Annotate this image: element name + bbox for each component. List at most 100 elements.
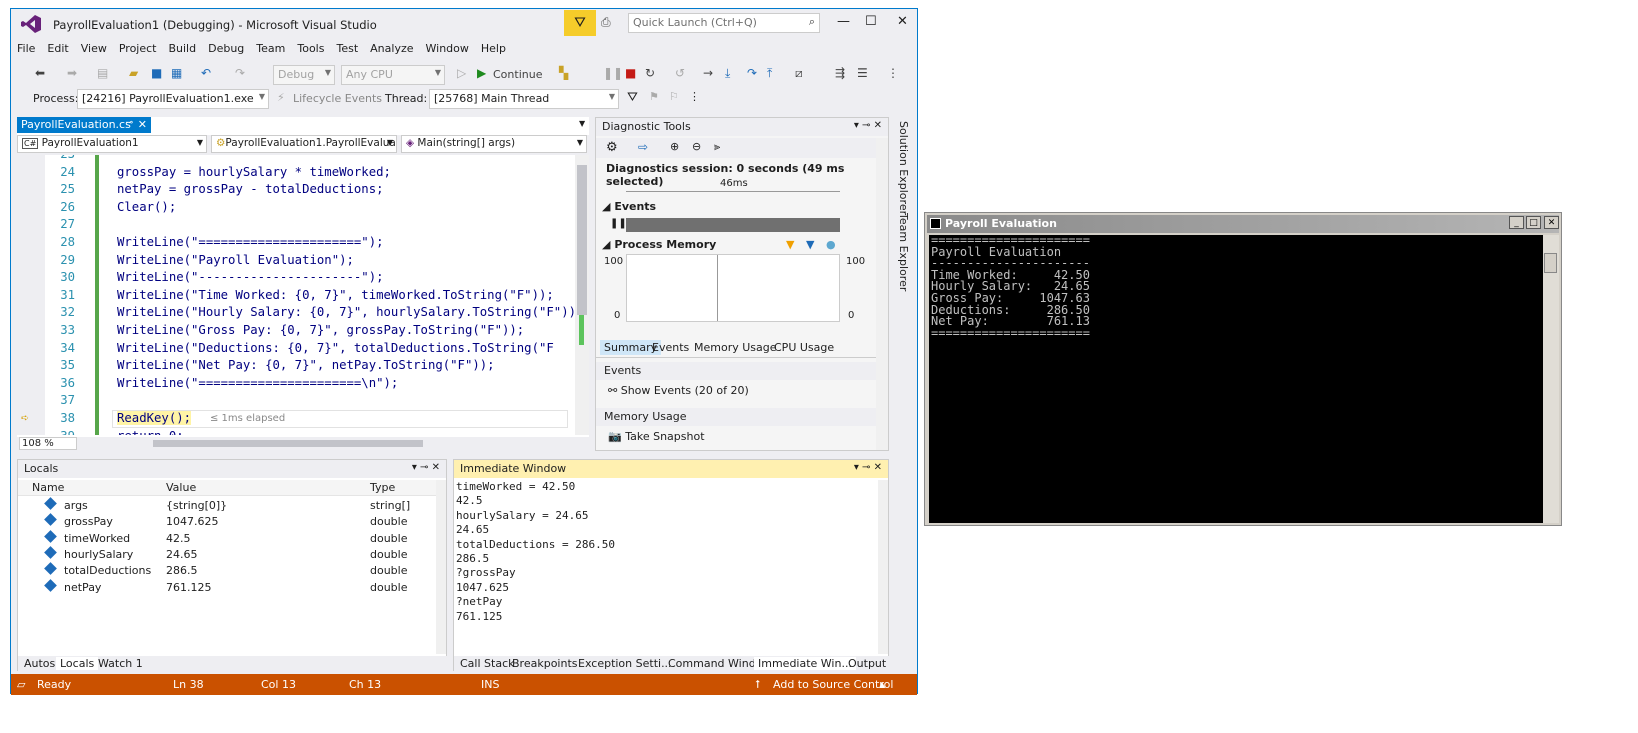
- unflag-thread-icon[interactable]: ⚐: [669, 90, 679, 103]
- continue-button[interactable]: Continue: [493, 68, 542, 81]
- code-line[interactable]: WriteLine("Deductions: {0, 7}", totalDed…: [117, 341, 554, 355]
- export-icon[interactable]: ⇨: [638, 140, 648, 154]
- take-snapshot-button[interactable]: 📷 Take Snapshot: [608, 430, 705, 443]
- editor-vertical-scrollbar[interactable]: [575, 155, 589, 435]
- settings-gear-icon[interactable]: ⚙: [606, 140, 618, 155]
- table-row[interactable]: timeWorked 42.5 double: [18, 529, 438, 547]
- class-combo[interactable]: ⚙PayrollEvaluation1.PayrollEvaluati ▼: [211, 135, 397, 153]
- flag-thread-icon[interactable]: ⚑: [649, 90, 659, 103]
- console-scrollbar[interactable]: [1543, 235, 1559, 523]
- code-line[interactable]: WriteLine("======================\n");: [117, 376, 398, 390]
- document-list-icon[interactable]: ▼: [579, 119, 585, 128]
- platform-combo[interactable]: Any CPU ▼: [341, 65, 445, 85]
- tab-memory-usage[interactable]: Memory Usage: [690, 340, 781, 355]
- process-icon[interactable]: ▚: [559, 66, 568, 80]
- project-combo[interactable]: C# PayrollEvaluation1 ▼: [17, 135, 207, 153]
- menu-help[interactable]: Help: [475, 40, 512, 57]
- undo-icon[interactable]: ↶: [201, 66, 211, 80]
- tab-payrollevaluation-cs[interactable]: PayrollEvaluation.cs ⊸ ✕: [17, 117, 151, 133]
- console-scroll-thumb[interactable]: [1544, 253, 1557, 273]
- tab-events[interactable]: Events: [648, 340, 693, 355]
- code-area[interactable]: 23 24 grossPay = hourlySalary * timeWorked…: [17, 155, 589, 435]
- panel-controls[interactable]: ▾ ⊸ ✕: [854, 462, 882, 473]
- close-icon[interactable]: ✕: [897, 14, 908, 29]
- reset-view-icon[interactable]: ⫸: [714, 140, 720, 154]
- panel-controls[interactable]: ▾ ⊸ ✕: [412, 462, 440, 473]
- menu-edit[interactable]: Edit: [41, 40, 74, 57]
- step-into-icon[interactable]: ⤓: [725, 66, 730, 81]
- tab-autos[interactable]: Autos: [20, 657, 59, 670]
- variable-value[interactable]: {string[0]}: [166, 499, 227, 512]
- variable-value[interactable]: 761.125: [166, 581, 212, 594]
- close-icon[interactable]: ✕: [138, 118, 147, 131]
- restart-icon[interactable]: ↻: [645, 66, 655, 80]
- code-line[interactable]: return 0;: [117, 429, 184, 435]
- variable-value[interactable]: 24.65: [166, 548, 198, 561]
- show-events-link[interactable]: ⚯ Show Events (20 of 20): [608, 384, 749, 397]
- save-all-icon[interactable]: ▦: [171, 66, 182, 80]
- table-row[interactable]: args {string[0]} string[]: [18, 497, 438, 514]
- break-all-icon[interactable]: ❚❚: [603, 66, 623, 80]
- redo-icon[interactable]: ↷: [235, 66, 245, 80]
- menu-test[interactable]: Test: [330, 40, 364, 57]
- code-line[interactable]: netPay = grossPay - totalDeductions;: [117, 182, 384, 196]
- process-combo[interactable]: [24216] PayrollEvaluation1.exe ▼: [77, 89, 269, 109]
- code-line[interactable]: WriteLine("Hourly Salary: {0, 7}", hourl…: [117, 305, 576, 319]
- table-row[interactable]: grossPay 1047.625 double: [18, 513, 438, 530]
- table-row[interactable]: netPay 761.125 double: [18, 578, 438, 596]
- breakpoint-gutter[interactable]: [17, 155, 45, 435]
- console-output[interactable]: ====================== Payroll Evaluation…: [929, 235, 1543, 523]
- apply-changes-icon[interactable]: ↺: [675, 66, 685, 80]
- code-line[interactable]: WriteLine("======================");: [117, 235, 384, 249]
- minimize-icon[interactable]: _: [1509, 216, 1524, 229]
- collapse-icon[interactable]: ◢: [602, 238, 610, 251]
- maximize-icon[interactable]: □: [1526, 216, 1541, 229]
- continue-icon[interactable]: ▶: [477, 66, 486, 80]
- horizontal-scrollbar-thumb[interactable]: [153, 440, 423, 447]
- variable-value[interactable]: 1047.625: [166, 515, 219, 528]
- code-line[interactable]: WriteLine("----------------------");: [117, 270, 384, 284]
- code-line[interactable]: grossPay = hourlySalary * timeWorked;: [117, 165, 391, 179]
- lifecycle-events-button[interactable]: Lifecycle Events: [293, 92, 382, 105]
- hex-display-icon[interactable]: ⧄: [795, 66, 803, 81]
- timeline-ruler[interactable]: 46ms: [626, 178, 840, 192]
- close-icon[interactable]: ✕: [1544, 216, 1559, 229]
- code-line[interactable]: WriteLine("Payroll Evaluation");: [117, 253, 354, 267]
- step-out-icon[interactable]: ⤒: [767, 66, 772, 81]
- step-over-icon[interactable]: ↷: [747, 66, 757, 80]
- column-name[interactable]: Name: [32, 481, 64, 494]
- new-project-icon[interactable]: ▤: [97, 66, 108, 80]
- config-combo[interactable]: Debug ▼: [273, 65, 335, 85]
- code-line[interactable]: WriteLine("Time Worked: {0, 7}", timeWor…: [117, 288, 554, 302]
- memory-chart[interactable]: [626, 254, 840, 322]
- menu-analyze[interactable]: Analyze: [364, 40, 419, 57]
- chevron-up-icon[interactable]: ▲: [879, 680, 885, 689]
- show-next-statement-icon[interactable]: →: [703, 66, 713, 80]
- immediate-scrollbar[interactable]: [878, 480, 888, 654]
- variable-value[interactable]: 42.5: [166, 532, 191, 545]
- locals-scrollbar[interactable]: [436, 480, 446, 654]
- quick-launch-input[interactable]: Quick Launch (Ctrl+Q) ⌕: [628, 13, 820, 33]
- save-icon[interactable]: ■: [151, 66, 162, 80]
- tab-watch-1[interactable]: Watch 1: [94, 657, 147, 670]
- add-to-source-control-button[interactable]: Add to Source Control: [773, 678, 893, 691]
- menu-file[interactable]: File: [11, 40, 41, 57]
- tab-breakpoints[interactable]: Breakpoints: [508, 657, 582, 670]
- events-timeline-bar[interactable]: [626, 218, 840, 232]
- thread-combo[interactable]: [25768] Main Thread ▼: [429, 89, 619, 109]
- start-icon[interactable]: ▷: [457, 66, 466, 80]
- tab-team-explorer[interactable]: Team Explorer: [897, 213, 910, 291]
- pause-icon[interactable]: ❚❚: [610, 218, 627, 229]
- tab-exception-setti[interactable]: Exception Setti...: [574, 657, 676, 670]
- toolbar-options-icon[interactable]: ⋮: [689, 90, 700, 103]
- toolbar-options-icon[interactable]: ⋮: [887, 66, 899, 80]
- stop-icon[interactable]: ■: [625, 66, 636, 80]
- minimize-icon[interactable]: —: [837, 14, 850, 29]
- zoom-combo[interactable]: 108 %: [19, 437, 77, 450]
- menu-window[interactable]: Window: [420, 40, 475, 57]
- variable-value[interactable]: 286.5: [166, 564, 198, 577]
- column-value[interactable]: Value: [166, 481, 196, 494]
- tab-output[interactable]: Output: [844, 657, 890, 670]
- back-icon[interactable]: ⬅: [35, 66, 45, 80]
- table-row[interactable]: totalDeductions 286.5 double: [18, 562, 438, 579]
